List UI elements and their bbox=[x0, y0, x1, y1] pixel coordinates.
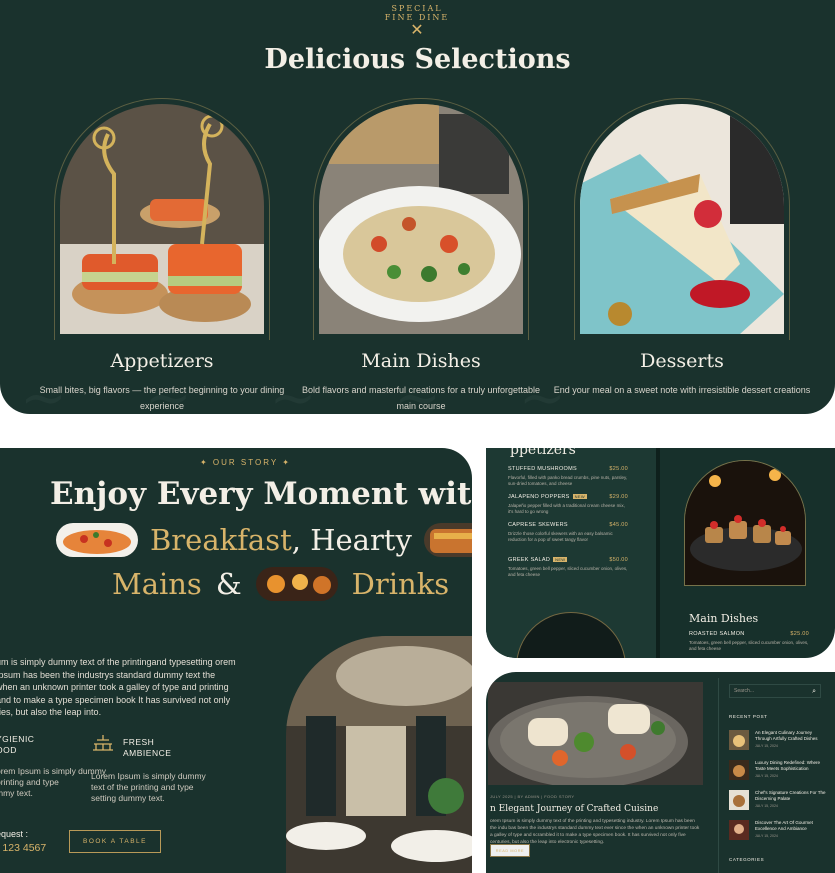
post-title: Luxury Dining Redefined: Where Taste Mee… bbox=[755, 760, 821, 771]
post-title: Discover The Art Of Gourmet Excellence A… bbox=[755, 820, 813, 831]
feature-ambience: FRESH AMBIENCE Lorem Ipsum is simply dum… bbox=[91, 734, 206, 804]
recent-post-item[interactable]: Discover The Art Of Gourmet Excellence A… bbox=[729, 820, 829, 842]
search-placeholder: Search... bbox=[734, 688, 755, 694]
menu-item[interactable]: JALAPENO POPPERS NEW $29.00 Jalapeño peppe… bbox=[508, 494, 628, 515]
main-dishes-image[interactable] bbox=[319, 104, 523, 334]
menu-item[interactable]: GREEK SALAD NEW $50.00 Tomatoes, green bel… bbox=[508, 557, 628, 578]
headline-mains: Mains bbox=[112, 567, 202, 601]
story-headline: Enjoy Every Moment with Tas bbox=[50, 476, 472, 512]
special-badge: SPECIAL FINE DINE ✕ bbox=[377, 4, 457, 44]
menu-item-price: $50.00 bbox=[609, 557, 628, 563]
post-title: An Elegant Culinary Journey Through Artf… bbox=[755, 730, 818, 741]
blog-search-input[interactable]: Search... ⌕ bbox=[729, 684, 821, 698]
new-badge: NEW bbox=[553, 557, 568, 562]
post-thumbnail bbox=[729, 730, 749, 750]
headline-breakfast: Breakfast bbox=[150, 523, 292, 557]
recent-post-item[interactable]: An Elegant Culinary Journey Through Artf… bbox=[729, 730, 829, 752]
categories-heading: CATEGORIES bbox=[729, 857, 765, 862]
category-desc-desserts: End your meal on a sweet note with irres… bbox=[553, 385, 811, 395]
recent-post-heading: RECENT POST bbox=[729, 714, 768, 719]
mains-arch-image bbox=[684, 460, 806, 586]
menu-item-price: $25.00 bbox=[790, 631, 809, 637]
post-date: JULY 15, 2024 bbox=[755, 834, 778, 838]
desserts-image[interactable] bbox=[580, 104, 784, 334]
headline-hearty: , Hearty bbox=[291, 523, 412, 557]
reservation-label: equest : bbox=[0, 829, 29, 839]
sidebar-divider bbox=[718, 678, 719, 873]
menu-item-name: ROASTED SALMON bbox=[689, 631, 745, 637]
menu-item-desc: Tomatoes, green bell pepper, sliced cucu… bbox=[689, 640, 809, 651]
menu-item-price: $25.00 bbox=[609, 466, 628, 472]
appetizers-image[interactable] bbox=[60, 104, 264, 334]
category-title-desserts[interactable]: Desserts bbox=[552, 350, 812, 372]
menu-item-desc: Jalapeño pepper filled with a traditiona… bbox=[508, 503, 625, 514]
feature-text: Lorem Ipsum is simply dummy text of the … bbox=[91, 771, 206, 803]
menu-item-name: CAPRESE SKEWERS bbox=[508, 522, 568, 528]
book-spine bbox=[656, 448, 660, 658]
badge-text: SPECIAL FINE DINE bbox=[384, 4, 450, 22]
menu-item-desc: Flavorful, filled with panko bread crumb… bbox=[508, 475, 628, 486]
menu-item[interactable]: STUFFED MUSHROOMS $25.00 Flavorful, fille… bbox=[508, 466, 628, 487]
headline-drinks: Drinks bbox=[351, 567, 450, 601]
story-paragraph: um is simply dummy text of the printinga… bbox=[0, 657, 236, 717]
chandelier-icon bbox=[91, 734, 115, 761]
recent-post-item[interactable]: Luxury Dining Redefined: Where Taste Mee… bbox=[729, 760, 829, 782]
category-desc-appetizers: Small bites, big flavors — the perfect b… bbox=[39, 385, 285, 411]
menu-heading-appetizers: ppetizers bbox=[510, 448, 576, 458]
menu-left-page: ppetizers STUFFED MUSHROOMS $25.00 Flavor… bbox=[486, 448, 656, 658]
headline-ampersand: & bbox=[215, 567, 242, 601]
blog-excerpt: orem Ipsum is simply dummy text of the p… bbox=[490, 819, 700, 845]
search-icon[interactable]: ⌕ bbox=[812, 686, 816, 698]
menu-arch-image bbox=[516, 612, 626, 658]
menu-item[interactable]: ROASTED SALMON $25.00 Tomatoes, green bel… bbox=[689, 631, 809, 652]
post-thumbnail bbox=[729, 820, 749, 840]
post-date: JULY 15, 2024 bbox=[755, 774, 778, 778]
category-title-main-dishes[interactable]: Main Dishes bbox=[291, 350, 551, 372]
menu-item-name: GREEK SALAD bbox=[508, 557, 551, 563]
section-title: Delicious Selections bbox=[264, 44, 571, 75]
menu-item[interactable]: CAPRESE SKEWERS $45.00 Drizzle those colo… bbox=[508, 522, 628, 543]
fork-knife-icon: ✕ bbox=[410, 22, 424, 39]
book-table-button[interactable]: BOOK A TABLE bbox=[69, 830, 161, 853]
phone-number[interactable]: ) 123 4567 bbox=[0, 842, 46, 854]
post-date: JULY 15, 2024 bbox=[755, 804, 778, 808]
lasagna-pill-image bbox=[423, 523, 472, 557]
post-thumbnail bbox=[729, 790, 749, 810]
blog-title[interactable]: n Elegant Journey of Crafted Cuisine bbox=[490, 804, 658, 814]
selections-section: ~ ~ ~ ~ ~ SPECIAL FINE DINE ✕ Delicious … bbox=[0, 0, 835, 414]
read-more-button[interactable]: READ MORE bbox=[490, 844, 530, 857]
menu-item-name: JALAPENO POPPERS bbox=[508, 494, 570, 500]
headline-line-2: Breakfast, Hearty bbox=[56, 522, 472, 558]
post-date: JULY 15, 2024 bbox=[755, 744, 778, 748]
story-section: ✦ OUR STORY ✦ Enjoy Every Moment with Ta… bbox=[0, 448, 472, 873]
menu-item-desc: Tomatoes, green bell pepper, sliced cucu… bbox=[508, 566, 628, 577]
pasta-pill-image bbox=[56, 523, 138, 557]
post-thumbnail bbox=[729, 760, 749, 780]
blog-featured-image[interactable] bbox=[488, 682, 703, 785]
menu-item-name: STUFFED MUSHROOMS bbox=[508, 466, 577, 472]
recent-post-item[interactable]: Chef's Signature Creations For The Disce… bbox=[729, 790, 829, 812]
drinks-pill-image bbox=[255, 567, 338, 601]
category-title-appetizers[interactable]: Appetizers bbox=[32, 350, 292, 372]
story-eyebrow: ✦ OUR STORY ✦ bbox=[200, 458, 291, 467]
blog-meta: JULY 2025 | BY ADMIN | FOOD STORY bbox=[490, 794, 575, 799]
restaurant-interior-image bbox=[286, 636, 472, 873]
menu-heading-main-dishes: Main Dishes bbox=[689, 612, 759, 625]
headline-line-3: Mains & Drinks bbox=[112, 564, 449, 604]
feature-title: FRESH AMBIENCE bbox=[123, 736, 172, 758]
menu-item-desc: Drizzle those colorful skewers with an e… bbox=[508, 531, 613, 542]
new-badge: NEW bbox=[572, 494, 587, 499]
category-desc-main-dishes: Bold flavors and masterful creations for… bbox=[301, 385, 541, 411]
blog-section: JULY 2025 | BY ADMIN | FOOD STORY n Eleg… bbox=[486, 672, 835, 873]
menu-item-price: $29.00 bbox=[609, 494, 628, 500]
menu-item-price: $45.00 bbox=[609, 522, 628, 528]
post-title: Chef's Signature Creations For The Disce… bbox=[755, 790, 826, 801]
menu-book-section: ppetizers STUFFED MUSHROOMS $25.00 Flavor… bbox=[486, 448, 835, 658]
